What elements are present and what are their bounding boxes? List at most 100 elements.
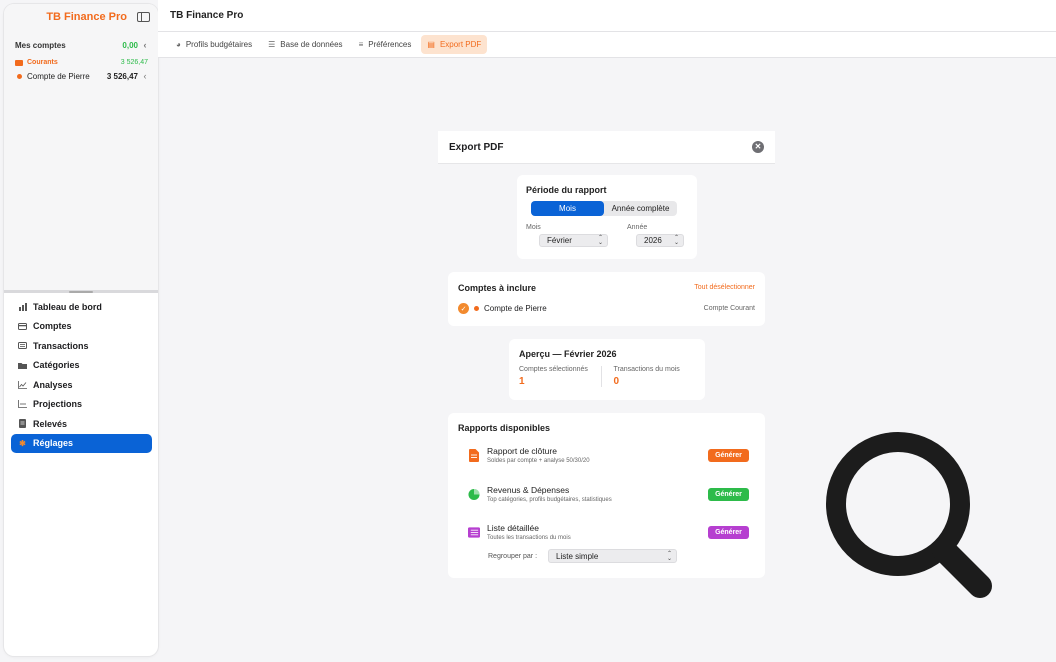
preview-stat-accounts: Comptes sélectionnés 1 [519, 366, 601, 387]
magnifier-icon [826, 432, 992, 598]
preview-stats: Comptes sélectionnés 1 Transactions du m… [519, 366, 695, 387]
updown-chevron-icon: ⌃ ⌄ [597, 235, 603, 246]
report-subtitle: Toutes les transactions du mois [487, 535, 571, 541]
segment-month[interactable]: Mois [531, 201, 604, 216]
report-item-income-expenses: Revenus & Dépenses Top catégories, profi… [468, 485, 749, 503]
checkmark-icon[interactable]: ✓ [458, 303, 469, 314]
accounts-total: 0,00 [122, 40, 138, 50]
chevron-left-icon[interactable]: ‹ [142, 40, 148, 50]
stat-value: 1 [519, 376, 525, 387]
sidebar-item-releves[interactable]: Relevés [11, 414, 152, 434]
database-icon: ☰ [268, 40, 276, 49]
period-segmented-control: Mois Année complète [531, 201, 677, 216]
month-label: Mois [526, 224, 541, 231]
sidebar-item-analyses[interactable]: Analyses [11, 375, 152, 395]
sidebar-item-label: Projections [33, 399, 83, 410]
account-dot-icon [17, 73, 22, 79]
period-title: Période du rapport [526, 185, 607, 195]
month-value: Février [547, 236, 572, 245]
account-include-type: Compte Courant [703, 305, 755, 312]
tab-export-pdf[interactable]: ▤ Export PDF [421, 35, 488, 54]
generate-button[interactable]: Générer [708, 448, 749, 462]
sidebar-item-label: Transactions [33, 340, 89, 351]
sidebar-item-label: Réglages [33, 438, 74, 449]
period-card: Période du rapport Mois Année complète M… [517, 175, 697, 259]
group-by-select[interactable]: Liste simple ⌃ ⌄ [548, 549, 678, 563]
sidebar: TB Finance Pro Mes comptes 0,00 ‹ Couran… [4, 4, 158, 656]
chevron-left-icon[interactable]: ‹ [142, 71, 148, 81]
folder-icon [18, 361, 27, 369]
account-include-row[interactable]: ✓ Compte de Pierre Compte Courant [458, 303, 755, 314]
sidebar-item-tableau-de-bord[interactable]: Tableau de bord [11, 297, 152, 317]
settings-tabs: ◕ Profils budgétaires ☰ Base de données … [158, 32, 1056, 58]
generate-button[interactable]: Générer [708, 487, 749, 501]
segment-full-year[interactable]: Année complète [604, 201, 677, 216]
sidebar-item-projections[interactable]: Projections [11, 395, 152, 415]
account-include-name: Compte de Pierre [484, 304, 547, 313]
export-panel-header: Export PDF ✕ [438, 131, 775, 164]
report-title: Rapport de clôture [487, 446, 557, 456]
tab-label: Profils budgétaires [185, 40, 253, 49]
sidebar-item-label: Analyses [33, 379, 73, 390]
report-item-closing: Rapport de clôture Soldes par compte + a… [468, 446, 749, 464]
month-select[interactable]: Février ⌃ ⌄ [539, 234, 608, 247]
pie-chart-icon [468, 487, 480, 501]
sidebar-item-label: Catégories [33, 360, 80, 371]
projection-icon [18, 400, 27, 409]
sidebar-item-label: Comptes [33, 321, 72, 332]
sidebar-nav: Tableau de bord Comptes Transactions Cat… [4, 293, 158, 453]
reports-card: Rapports disponibles Rapport de clôture … [448, 413, 765, 578]
document-icon [468, 448, 480, 462]
close-icon[interactable]: ✕ [752, 141, 764, 153]
tab-preferences[interactable]: ≡ Préférences [353, 35, 418, 54]
list-icon [468, 525, 480, 539]
year-select[interactable]: 2026 ⌃ ⌄ [636, 234, 684, 247]
stat-label: Comptes sélectionnés [519, 366, 588, 373]
account-item[interactable]: Compte de Pierre 3 526,47 ‹ [4, 66, 158, 81]
panel-title: Export PDF [449, 141, 504, 153]
account-group-label: Courants [27, 59, 58, 66]
document-icon [18, 419, 27, 429]
sidebar-toggle-icon[interactable] [137, 12, 150, 22]
gear-icon: ✱ [19, 438, 26, 448]
tab-base-de-donnees[interactable]: ☰ Base de données [262, 35, 348, 54]
pie-icon: ◕ [176, 40, 181, 49]
report-text: Revenus & Dépenses Top catégories, profi… [487, 485, 708, 503]
sidebar-item-comptes[interactable]: Comptes [11, 317, 152, 337]
report-item-detailed-list: Liste détaillée Toutes les transactions … [468, 523, 749, 541]
period-selectors: Février ⌃ ⌄ 2026 ⌃ ⌄ [526, 234, 688, 247]
preview-stat-transactions: Transactions du mois 0 [600, 366, 696, 387]
pdf-icon: ▤ [427, 40, 435, 49]
report-title: Liste détaillée [487, 523, 539, 533]
list-icon [18, 342, 27, 350]
accounts-title: Mes comptes [15, 40, 66, 50]
report-subtitle: Soldes par compte + analyse 50/30/20 [487, 458, 590, 464]
report-title: Revenus & Dépenses [487, 485, 570, 495]
accounts-include-card: Comptes à inclure Tout désélectionner ✓ … [448, 272, 765, 326]
tab-label: Export PDF [439, 40, 482, 49]
app-name: TB Finance Pro [46, 11, 127, 23]
split-handle[interactable] [4, 290, 158, 293]
accounts-header[interactable]: Mes comptes 0,00 ‹ [4, 30, 158, 50]
report-subtitle: Top catégories, profils budgétaires, sta… [487, 497, 612, 503]
deselect-all-link[interactable]: Tout désélectionner [694, 284, 755, 291]
sidebar-item-reglages[interactable]: ✱ Réglages [11, 433, 152, 453]
card-icon [18, 322, 27, 330]
sidebar-item-categories[interactable]: Catégories [11, 356, 152, 376]
period-selector-labels: Mois Année [526, 224, 688, 231]
sidebar-item-label: Relevés [33, 418, 68, 429]
group-by-value: Liste simple [556, 551, 599, 561]
account-group-courants[interactable]: Courants 3 526,47 [4, 50, 158, 66]
sidebar-item-label: Tableau de bord [33, 301, 102, 312]
generate-button[interactable]: Générer [708, 525, 749, 539]
group-by-row: Regrouper par : Liste simple ⌃ ⌄ [488, 549, 678, 563]
year-value: 2026 [644, 236, 662, 245]
report-text: Rapport de clôture Soldes par compte + a… [487, 446, 708, 464]
folder-icon [15, 59, 23, 66]
sidebar-item-transactions[interactable]: Transactions [11, 336, 152, 356]
tab-label: Préférences [368, 40, 412, 49]
sidebar-title-row: TB Finance Pro [4, 4, 158, 30]
tab-profils-budgetaires[interactable]: ◕ Profils budgétaires [170, 35, 258, 54]
account-name: Compte de Pierre [27, 71, 90, 81]
window-header: TB Finance Pro [158, 0, 1056, 32]
